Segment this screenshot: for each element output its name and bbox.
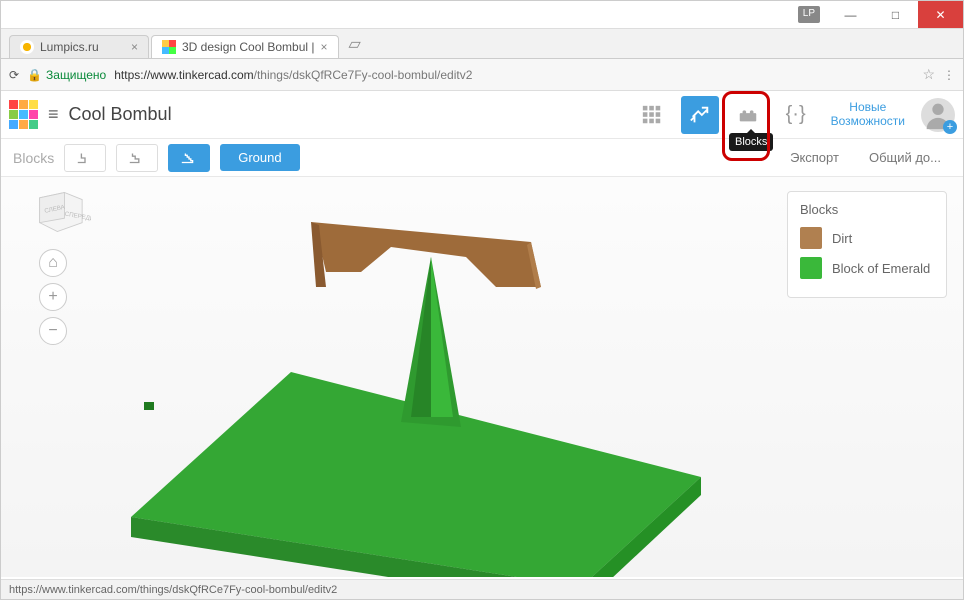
window-titlebar: LP — □ ✕ (1, 1, 963, 29)
secondary-toolbar: Blocks Ground Экспорт Общий до... (1, 139, 963, 177)
ground-button[interactable]: Ground (220, 144, 299, 171)
menu-icon[interactable]: ≡ (48, 104, 59, 125)
status-url: https://www.tinkercad.com/things/dskQfRC… (9, 584, 337, 596)
reload-icon[interactable]: ⟳ (9, 68, 19, 82)
grid-mode-icon[interactable] (633, 96, 671, 134)
app-header: ≡ Cool Bombul {·} НовыеВозможности (1, 91, 963, 139)
browser-menu-icon[interactable]: ⋮ (943, 68, 955, 82)
favicon-icon (162, 40, 176, 54)
secure-indicator[interactable]: 🔒 Защищено (27, 68, 106, 82)
new-features-link[interactable]: НовыеВозможности (825, 101, 911, 127)
close-tab-icon[interactable]: × (131, 40, 138, 54)
lock-icon: 🔒 (27, 68, 42, 82)
tab-title: Lumpics.ru (40, 40, 99, 54)
mode-label: Blocks (13, 150, 54, 166)
tab-title: 3D design Cool Bombul | (182, 40, 315, 54)
project-title[interactable]: Cool Bombul (69, 104, 172, 125)
maximize-button[interactable]: □ (873, 1, 918, 28)
address-bar: ⟳ 🔒 Защищено https://www.tinkercad.com/t… (1, 59, 963, 91)
3d-scene (61, 217, 761, 577)
blocks-panel-title: Blocks (800, 202, 934, 217)
favicon-icon (20, 40, 34, 54)
close-button[interactable]: ✕ (918, 1, 963, 28)
block-label: Dirt (832, 231, 852, 246)
blocks-panel: Blocks Dirt Block of Emerald (787, 191, 947, 298)
export-button[interactable]: Экспорт (780, 150, 849, 165)
new-tab-button[interactable]: ▱ (341, 30, 369, 58)
browser-tab-strip: Lumpics.ru × 3D design Cool Bombul | × ▱ (1, 29, 963, 59)
color-swatch (800, 227, 822, 249)
color-swatch (800, 257, 822, 279)
bookmark-icon[interactable]: ☆ (922, 66, 935, 83)
profile-badge: LP (798, 6, 820, 23)
browser-tab[interactable]: 3D design Cool Bombul | × (151, 35, 339, 58)
close-tab-icon[interactable]: × (321, 40, 328, 54)
tooltip: Blocks (729, 133, 773, 151)
blocks-mode-icon[interactable] (681, 96, 719, 134)
block-item[interactable]: Dirt (800, 227, 934, 249)
block-item[interactable]: Block of Emerald (800, 257, 934, 279)
block-label: Block of Emerald (832, 261, 930, 276)
url-host[interactable]: https://www.tinkercad.com/things/dskQfRC… (114, 68, 472, 82)
tinkercad-logo[interactable] (9, 100, 38, 129)
user-avatar[interactable] (921, 98, 955, 132)
share-button[interactable]: Общий до... (859, 150, 951, 165)
browser-tab[interactable]: Lumpics.ru × (9, 35, 149, 58)
detail-med-button[interactable] (116, 144, 158, 172)
detail-high-button[interactable] (168, 144, 210, 172)
secure-label: Защищено (46, 68, 106, 82)
code-mode-icon[interactable]: {·} (777, 96, 815, 134)
3d-viewport[interactable]: СЛЕВА СПЕРЕДИ ⌂ + − Blocks Dirt Block o (1, 177, 963, 577)
minimize-button[interactable]: — (828, 1, 873, 28)
status-bar: https://www.tinkercad.com/things/dskQfRC… (1, 579, 963, 599)
detail-low-button[interactable] (64, 144, 106, 172)
bricks-mode-icon[interactable] (729, 96, 767, 134)
